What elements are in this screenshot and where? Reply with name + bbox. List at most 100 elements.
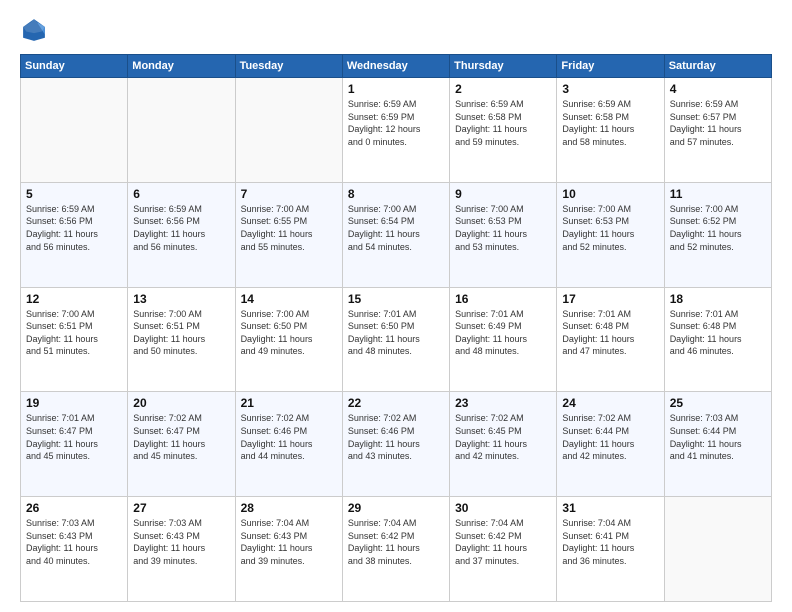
day-number: 31	[562, 501, 658, 515]
day-number: 2	[455, 82, 551, 96]
calendar-cell	[664, 497, 771, 602]
calendar-cell: 23 Sunrise: 7:02 AM Sunset: 6:45 PM Dayli…	[450, 392, 557, 497]
day-number: 13	[133, 292, 229, 306]
day-number: 3	[562, 82, 658, 96]
day-number: 21	[241, 396, 337, 410]
calendar-cell	[235, 78, 342, 183]
calendar-cell: 1 Sunrise: 6:59 AM Sunset: 6:59 PM Daylig…	[342, 78, 449, 183]
calendar-week-1: 1 Sunrise: 6:59 AM Sunset: 6:59 PM Daylig…	[21, 78, 772, 183]
calendar-cell: 15 Sunrise: 7:01 AM Sunset: 6:50 PM Dayli…	[342, 287, 449, 392]
day-number: 4	[670, 82, 766, 96]
calendar-cell: 9 Sunrise: 7:00 AM Sunset: 6:53 PM Daylig…	[450, 182, 557, 287]
day-info: Sunrise: 7:02 AM Sunset: 6:44 PM Dayligh…	[562, 412, 658, 462]
day-number: 17	[562, 292, 658, 306]
day-info: Sunrise: 7:03 AM Sunset: 6:43 PM Dayligh…	[133, 517, 229, 567]
day-info: Sunrise: 7:01 AM Sunset: 6:47 PM Dayligh…	[26, 412, 122, 462]
day-info: Sunrise: 7:04 AM Sunset: 6:42 PM Dayligh…	[348, 517, 444, 567]
day-number: 29	[348, 501, 444, 515]
day-number: 19	[26, 396, 122, 410]
calendar-cell: 13 Sunrise: 7:00 AM Sunset: 6:51 PM Dayli…	[128, 287, 235, 392]
day-number: 27	[133, 501, 229, 515]
day-info: Sunrise: 6:59 AM Sunset: 6:57 PM Dayligh…	[670, 98, 766, 148]
day-info: Sunrise: 7:02 AM Sunset: 6:46 PM Dayligh…	[348, 412, 444, 462]
day-info: Sunrise: 7:01 AM Sunset: 6:50 PM Dayligh…	[348, 308, 444, 358]
calendar-cell: 25 Sunrise: 7:03 AM Sunset: 6:44 PM Dayli…	[664, 392, 771, 497]
day-info: Sunrise: 7:00 AM Sunset: 6:54 PM Dayligh…	[348, 203, 444, 253]
day-number: 28	[241, 501, 337, 515]
calendar-cell: 19 Sunrise: 7:01 AM Sunset: 6:47 PM Dayli…	[21, 392, 128, 497]
day-number: 14	[241, 292, 337, 306]
day-number: 18	[670, 292, 766, 306]
day-info: Sunrise: 7:00 AM Sunset: 6:50 PM Dayligh…	[241, 308, 337, 358]
day-info: Sunrise: 7:00 AM Sunset: 6:53 PM Dayligh…	[455, 203, 551, 253]
day-number: 15	[348, 292, 444, 306]
day-info: Sunrise: 7:01 AM Sunset: 6:48 PM Dayligh…	[670, 308, 766, 358]
calendar-week-2: 5Sunrise: 6:59 AM Sunset: 6:56 PM Daylig…	[21, 182, 772, 287]
calendar-cell: 7Sunrise: 7:00 AM Sunset: 6:55 PM Daylig…	[235, 182, 342, 287]
day-number: 22	[348, 396, 444, 410]
calendar-cell: 4 Sunrise: 6:59 AM Sunset: 6:57 PM Daylig…	[664, 78, 771, 183]
weekday-header-thursday: Thursday	[450, 55, 557, 78]
day-info: Sunrise: 7:01 AM Sunset: 6:49 PM Dayligh…	[455, 308, 551, 358]
calendar-header-row: SundayMondayTuesdayWednesdayThursdayFrid…	[21, 55, 772, 78]
calendar-cell: 16 Sunrise: 7:01 AM Sunset: 6:49 PM Dayli…	[450, 287, 557, 392]
day-info: Sunrise: 7:01 AM Sunset: 6:48 PM Dayligh…	[562, 308, 658, 358]
day-info: Sunrise: 7:00 AM Sunset: 6:55 PM Dayligh…	[241, 203, 337, 253]
calendar-week-4: 19 Sunrise: 7:01 AM Sunset: 6:47 PM Dayli…	[21, 392, 772, 497]
calendar-cell: 2Sunrise: 6:59 AM Sunset: 6:58 PM Daylig…	[450, 78, 557, 183]
calendar-cell	[21, 78, 128, 183]
logo-icon	[20, 16, 48, 44]
day-number: 16	[455, 292, 551, 306]
day-info: Sunrise: 7:04 AM Sunset: 6:42 PM Dayligh…	[455, 517, 551, 567]
calendar-cell: 17 Sunrise: 7:01 AM Sunset: 6:48 PM Dayli…	[557, 287, 664, 392]
day-info: Sunrise: 6:59 AM Sunset: 6:56 PM Dayligh…	[26, 203, 122, 253]
day-number: 23	[455, 396, 551, 410]
calendar-cell: 6Sunrise: 6:59 AM Sunset: 6:56 PM Daylig…	[128, 182, 235, 287]
calendar-cell: 3 Sunrise: 6:59 AM Sunset: 6:58 PM Daylig…	[557, 78, 664, 183]
calendar-cell: 11Sunrise: 7:00 AM Sunset: 6:52 PM Dayli…	[664, 182, 771, 287]
day-info: Sunrise: 7:00 AM Sunset: 6:51 PM Dayligh…	[133, 308, 229, 358]
day-info: Sunrise: 7:02 AM Sunset: 6:46 PM Dayligh…	[241, 412, 337, 462]
day-info: Sunrise: 7:00 AM Sunset: 6:51 PM Dayligh…	[26, 308, 122, 358]
day-number: 8	[348, 187, 444, 201]
day-info: Sunrise: 7:04 AM Sunset: 6:41 PM Dayligh…	[562, 517, 658, 567]
day-info: Sunrise: 6:59 AM Sunset: 6:58 PM Dayligh…	[562, 98, 658, 148]
day-info: Sunrise: 6:59 AM Sunset: 6:59 PM Dayligh…	[348, 98, 444, 148]
weekday-header-monday: Monday	[128, 55, 235, 78]
calendar-cell: 8 Sunrise: 7:00 AM Sunset: 6:54 PM Daylig…	[342, 182, 449, 287]
calendar-cell: 14 Sunrise: 7:00 AM Sunset: 6:50 PM Dayli…	[235, 287, 342, 392]
day-info: Sunrise: 7:03 AM Sunset: 6:43 PM Dayligh…	[26, 517, 122, 567]
day-info: Sunrise: 7:02 AM Sunset: 6:45 PM Dayligh…	[455, 412, 551, 462]
day-info: Sunrise: 7:00 AM Sunset: 6:52 PM Dayligh…	[670, 203, 766, 253]
calendar-cell: 31 Sunrise: 7:04 AM Sunset: 6:41 PM Dayli…	[557, 497, 664, 602]
day-info: Sunrise: 7:02 AM Sunset: 6:47 PM Dayligh…	[133, 412, 229, 462]
calendar-cell: 12 Sunrise: 7:00 AM Sunset: 6:51 PM Dayli…	[21, 287, 128, 392]
calendar-cell: 26 Sunrise: 7:03 AM Sunset: 6:43 PM Dayli…	[21, 497, 128, 602]
day-info: Sunrise: 7:04 AM Sunset: 6:43 PM Dayligh…	[241, 517, 337, 567]
weekday-header-tuesday: Tuesday	[235, 55, 342, 78]
day-number: 1	[348, 82, 444, 96]
calendar-cell: 30 Sunrise: 7:04 AM Sunset: 6:42 PM Dayli…	[450, 497, 557, 602]
calendar-cell: 20Sunrise: 7:02 AM Sunset: 6:47 PM Dayli…	[128, 392, 235, 497]
day-info: Sunrise: 6:59 AM Sunset: 6:56 PM Dayligh…	[133, 203, 229, 253]
header	[20, 16, 772, 44]
weekday-header-friday: Friday	[557, 55, 664, 78]
day-number: 26	[26, 501, 122, 515]
day-number: 9	[455, 187, 551, 201]
calendar-cell: 22 Sunrise: 7:02 AM Sunset: 6:46 PM Dayli…	[342, 392, 449, 497]
day-info: Sunrise: 7:03 AM Sunset: 6:44 PM Dayligh…	[670, 412, 766, 462]
weekday-header-sunday: Sunday	[21, 55, 128, 78]
weekday-header-wednesday: Wednesday	[342, 55, 449, 78]
calendar-cell: 18 Sunrise: 7:01 AM Sunset: 6:48 PM Dayli…	[664, 287, 771, 392]
day-number: 24	[562, 396, 658, 410]
day-number: 25	[670, 396, 766, 410]
day-number: 30	[455, 501, 551, 515]
calendar-table: SundayMondayTuesdayWednesdayThursdayFrid…	[20, 54, 772, 602]
logo	[20, 16, 52, 44]
calendar-cell: 29 Sunrise: 7:04 AM Sunset: 6:42 PM Dayli…	[342, 497, 449, 602]
weekday-header-saturday: Saturday	[664, 55, 771, 78]
calendar-cell	[128, 78, 235, 183]
day-number: 12	[26, 292, 122, 306]
calendar-week-3: 12 Sunrise: 7:00 AM Sunset: 6:51 PM Dayli…	[21, 287, 772, 392]
day-info: Sunrise: 7:00 AM Sunset: 6:53 PM Dayligh…	[562, 203, 658, 253]
